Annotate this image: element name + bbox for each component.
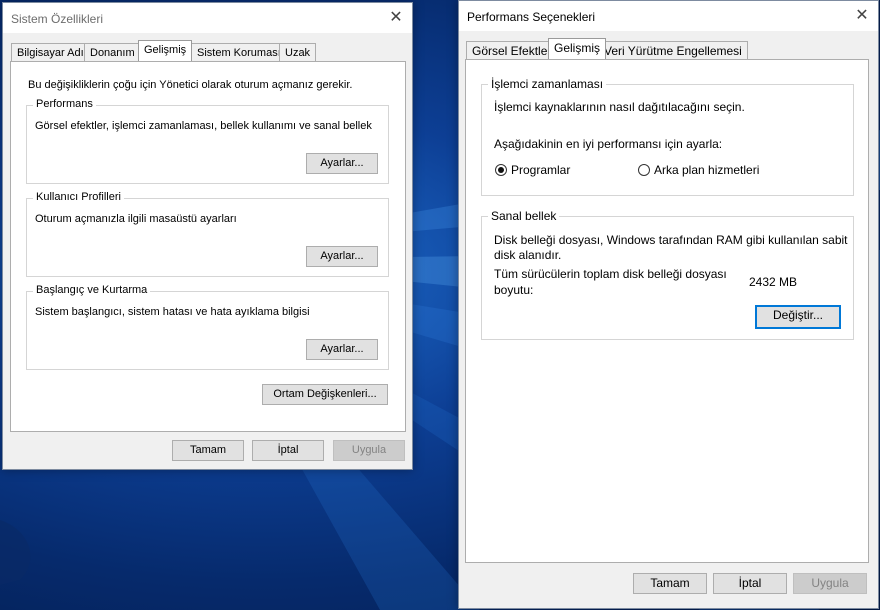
tab-remote[interactable]: Uzak <box>279 43 317 62</box>
background-services-label[interactable]: Arka plan hizmetleri <box>654 163 759 177</box>
startup-recovery-group: Başlangıç ve Kurtarma Sistem başlangıcı,… <box>26 284 389 370</box>
user-profiles-description: Oturum açmanızla ilgili masaüstü ayarlar… <box>35 213 237 225</box>
window-title: Performans Seçenekleri <box>467 10 596 24</box>
apply-button[interactable]: Uygula <box>793 573 867 594</box>
user-profiles-settings-button[interactable]: Ayarlar... <box>306 246 378 267</box>
ok-button[interactable]: Tamam <box>633 573 707 594</box>
performance-settings-button[interactable]: Ayarlar... <box>306 153 378 174</box>
ok-button[interactable]: Tamam <box>172 440 244 461</box>
virtual-memory-legend: Sanal bellek <box>488 209 560 223</box>
close-icon[interactable]: ✕ <box>386 8 406 28</box>
virtual-memory-description-line1: Disk belleği dosyası, Windows tarafından… <box>494 233 848 247</box>
performance-legend: Performans <box>33 98 96 110</box>
environment-variables-button[interactable]: Ortam Değişkenleri... <box>262 384 388 405</box>
tab-hardware[interactable]: Donanım <box>84 43 141 62</box>
virtual-memory-group: Sanal bellek Disk belleği dosyası, Windo… <box>481 209 854 340</box>
performance-options-window: Performans Seçenekleri ✕ Görsel Efektler… <box>458 0 879 609</box>
tab-advanced[interactable]: Gelişmiş <box>138 40 193 61</box>
user-profiles-legend: Kullanıcı Profilleri <box>33 191 124 203</box>
total-paging-value: 2432 MB <box>749 275 798 289</box>
close-icon[interactable]: ✕ <box>852 6 872 26</box>
window-title: Sistem Özellikleri <box>11 12 104 26</box>
total-paging-label-line2: boyutu: <box>494 283 534 297</box>
programs-label[interactable]: Programlar <box>511 163 570 177</box>
processor-scheduling-description: İşlemci kaynaklarının nasıl dağıtılacağı… <box>494 100 745 114</box>
performance-group: Performans Görsel efektler, işlemci zama… <box>26 98 389 184</box>
background-services-radio[interactable] <box>638 164 650 176</box>
apply-button[interactable]: Uygula <box>333 440 405 461</box>
admin-note: Bu değişikliklerin çoğu için Yönetici ol… <box>28 79 353 91</box>
tab-advanced[interactable]: Gelişmiş <box>548 38 607 59</box>
startup-recovery-settings-button[interactable]: Ayarlar... <box>306 339 378 360</box>
tab-computer-name[interactable]: Bilgisayar Adı <box>11 43 90 62</box>
user-profiles-group: Kullanıcı Profilleri Oturum açmanızla il… <box>26 191 389 277</box>
total-paging-label-line1: Tüm sürücülerin toplam disk belleği dosy… <box>494 267 727 281</box>
tab-visual-effects[interactable]: Görsel Efektler <box>466 41 558 60</box>
tab-data-execution-prevention[interactable]: Veri Yürütme Engellemesi <box>598 41 748 60</box>
advanced-tab-panel: Bu değişikliklerin çoğu için Yönetici ol… <box>10 61 406 432</box>
adjust-for-label: Aşağıdakinin en iyi performansı için aya… <box>494 137 723 151</box>
startup-recovery-legend: Başlangıç ve Kurtarma <box>33 284 151 296</box>
programs-radio[interactable] <box>495 164 507 176</box>
title-bar: Sistem Özellikleri ✕ <box>3 3 412 33</box>
tab-system-protection[interactable]: Sistem Koruması <box>191 43 287 62</box>
cancel-button[interactable]: İptal <box>252 440 324 461</box>
processor-scheduling-legend: İşlemci zamanlaması <box>488 77 607 91</box>
system-properties-window: Sistem Özellikleri ✕ Bilgisayar Adı Dona… <box>2 2 413 470</box>
advanced-tab-panel: İşlemci zamanlaması İşlemci kaynaklarını… <box>465 59 869 563</box>
title-bar: Performans Seçenekleri ✕ <box>459 1 878 31</box>
cancel-button[interactable]: İptal <box>713 573 787 594</box>
performance-description: Görsel efektler, işlemci zamanlaması, be… <box>35 120 372 132</box>
virtual-memory-description-line2: disk alanıdır. <box>494 248 562 262</box>
change-virtual-memory-button[interactable]: Değiştir... <box>755 305 841 329</box>
processor-scheduling-group: İşlemci zamanlaması İşlemci kaynaklarını… <box>481 77 854 196</box>
startup-recovery-description: Sistem başlangıcı, sistem hatası ve hata… <box>35 306 310 318</box>
